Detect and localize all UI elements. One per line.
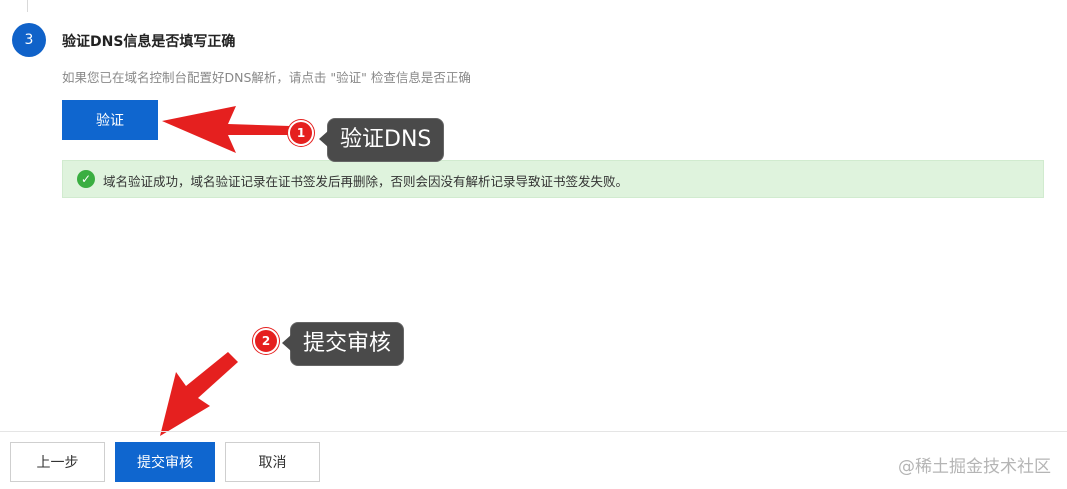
watermark: @稀土掘金技术社区 bbox=[898, 457, 1051, 477]
annotation-bubble-1: 验证DNS bbox=[318, 118, 445, 162]
footer-divider bbox=[0, 431, 1067, 432]
annotation-arrow-2 bbox=[160, 352, 238, 436]
annotation-arrow-1 bbox=[162, 106, 290, 153]
success-alert: ✓ 域名验证成功，域名验证记录在证书签发后再删除，否则会因没有解析记录导致证书签… bbox=[62, 160, 1044, 198]
step-connector-line bbox=[27, 0, 28, 12]
step-description: 如果您已在域名控制台配置好DNS解析，请点击 "验证" 检查信息是否正确 bbox=[62, 70, 471, 85]
annotation-marker-1: 1 bbox=[288, 120, 314, 146]
previous-step-button[interactable]: 上一步 bbox=[10, 442, 105, 482]
submit-review-button[interactable]: 提交审核 bbox=[115, 442, 215, 482]
step-title: 验证DNS信息是否填写正确 bbox=[62, 34, 236, 50]
step-number-badge: 3 bbox=[12, 23, 46, 57]
annotation-bubble-2: 提交审核 bbox=[281, 322, 405, 366]
annotation-marker-2: 2 bbox=[253, 328, 279, 354]
alert-message: 域名验证成功，域名验证记录在证书签发后再删除，否则会因没有解析记录导致证书签发失… bbox=[103, 174, 629, 189]
cancel-button[interactable]: 取消 bbox=[225, 442, 320, 482]
verify-button[interactable]: 验证 bbox=[62, 100, 158, 140]
check-circle-icon: ✓ bbox=[77, 170, 95, 188]
